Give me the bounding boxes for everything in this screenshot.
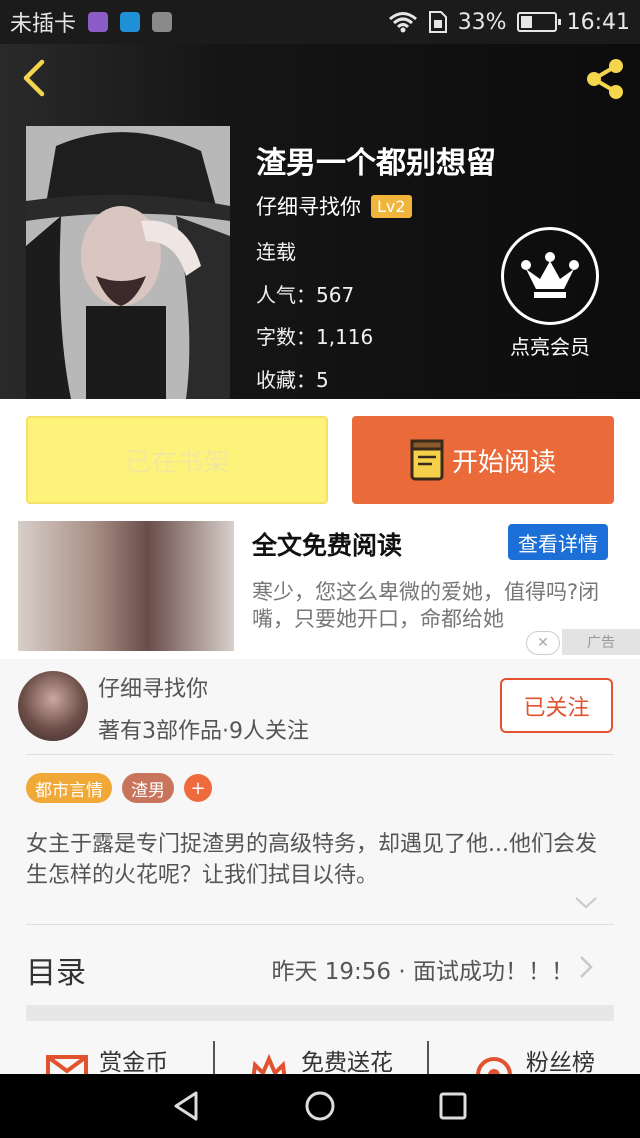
section-separator xyxy=(26,1005,614,1021)
book-cover[interactable] xyxy=(26,126,230,399)
news-app-icon xyxy=(152,12,173,32)
ad-tag-text: 广告 xyxy=(587,635,615,651)
ad-title: 全文免费阅读 xyxy=(252,531,403,560)
ad-label: 广告 xyxy=(562,629,640,655)
ad-description: 寒少，您这么卑微的爱她，值得吗?闭嘴，只要她开口，命都给她 xyxy=(252,580,600,631)
reward-coins-label: 赏金币 xyxy=(99,1050,169,1074)
toc-label[interactable]: 目录 xyxy=(26,948,86,992)
book-header: 渣男一个都别想留 仔细寻找你 Lv2 连载 人气：567 字数：1,116 收藏… xyxy=(0,44,640,399)
ad-banner[interactable]: 全文免费阅读 查看详情 寒少，您这么卑微的爱她，值得吗?闭嘴，只要她开口，命都给… xyxy=(0,521,640,659)
book-author-row[interactable]: 仔细寻找你 Lv2 xyxy=(256,191,412,221)
envelope-icon xyxy=(46,1055,89,1074)
battery-icon xyxy=(516,12,561,32)
fan-ranking-tab[interactable]: 粉丝榜 xyxy=(426,1037,640,1074)
vip-circle xyxy=(501,227,599,325)
notes-app-icon xyxy=(88,12,109,32)
action-bar: 已在书架 开始阅读 xyxy=(0,399,640,521)
carrier-label: 未插卡 xyxy=(10,12,77,37)
cover-illustration xyxy=(26,126,230,399)
book-icon xyxy=(410,439,444,481)
start-reading-label: 开始阅读 xyxy=(451,447,556,478)
wifi-icon xyxy=(388,12,417,33)
tag-chip[interactable]: 都市言情 xyxy=(26,773,112,803)
divider xyxy=(26,754,614,755)
fan-ranking-label: 粉丝榜 xyxy=(525,1050,595,1074)
latest-chapter[interactable]: 昨天 19:56 · 面试成功！！！ xyxy=(271,952,574,986)
send-flowers-label: 免费送花 xyxy=(300,1050,393,1074)
back-arrow-icon[interactable] xyxy=(16,58,56,98)
vip-label: 点亮会员 xyxy=(510,335,590,359)
reward-tabs: 赏金币 免费送花 粉丝榜 xyxy=(0,1037,640,1074)
book-favorites: 收藏：5 xyxy=(256,368,329,392)
book-status: 连载 xyxy=(256,240,296,264)
system-nav-bar xyxy=(0,1074,640,1138)
author-level-badge: Lv2 xyxy=(371,194,412,218)
flower-icon xyxy=(251,1053,287,1074)
book-popularity: 人气：567 xyxy=(256,283,355,307)
author-stats: 著有3部作品·9人关注 xyxy=(98,719,309,744)
sim-icon xyxy=(428,11,447,33)
target-icon xyxy=(475,1057,512,1074)
book-synopsis: 女主于露是专门捉渣男的高级特务，却遇见了他...他们会发生怎样的火花呢？让我们拭… xyxy=(26,832,597,888)
ad-details-button[interactable]: 查看详情 xyxy=(508,524,608,560)
follow-button[interactable]: 已关注 xyxy=(500,678,613,733)
add-tag-button[interactable]: + xyxy=(184,774,212,802)
back-triangle-icon[interactable] xyxy=(170,1089,204,1123)
divider xyxy=(26,924,614,925)
in-shelf-button[interactable]: 已在书架 xyxy=(26,416,328,504)
vip-button[interactable]: 点亮会员 xyxy=(500,227,600,360)
start-reading-button[interactable]: 开始阅读 xyxy=(352,416,614,504)
author-avatar[interactable] xyxy=(18,671,88,741)
chevron-down-icon[interactable] xyxy=(574,896,598,910)
ad-close-icon[interactable]: ✕ xyxy=(526,631,560,655)
share-icon[interactable] xyxy=(580,54,630,104)
book-word-count: 字数：1,116 xyxy=(256,325,374,349)
book-author[interactable]: 仔细寻找你 xyxy=(256,191,361,221)
recents-square-icon[interactable] xyxy=(436,1089,470,1123)
video-app-icon xyxy=(120,12,141,32)
author-name[interactable]: 仔细寻找你 xyxy=(98,671,208,703)
battery-percent: 33% xyxy=(457,9,507,35)
home-circle-icon[interactable] xyxy=(303,1089,337,1123)
crown-icon xyxy=(521,252,579,298)
ad-image[interactable] xyxy=(18,521,234,651)
tag-list: 都市言情 渣男 + xyxy=(26,773,212,803)
book-detail-content: 仔细寻找你 著有3部作品·9人关注 已关注 都市言情 渣男 + 女主于露是专门捉… xyxy=(0,659,640,1074)
chevron-right-icon[interactable] xyxy=(578,955,594,979)
clock: 16:41 xyxy=(566,9,630,35)
book-title: 渣男一个都别想留 xyxy=(256,146,496,181)
status-bar: 未插卡 33% 16:41 xyxy=(0,0,640,44)
send-flowers-tab[interactable]: 免费送花 xyxy=(213,1037,426,1074)
reward-coins-tab[interactable]: 赏金币 xyxy=(0,1037,213,1074)
tag-chip[interactable]: 渣男 xyxy=(122,773,174,803)
